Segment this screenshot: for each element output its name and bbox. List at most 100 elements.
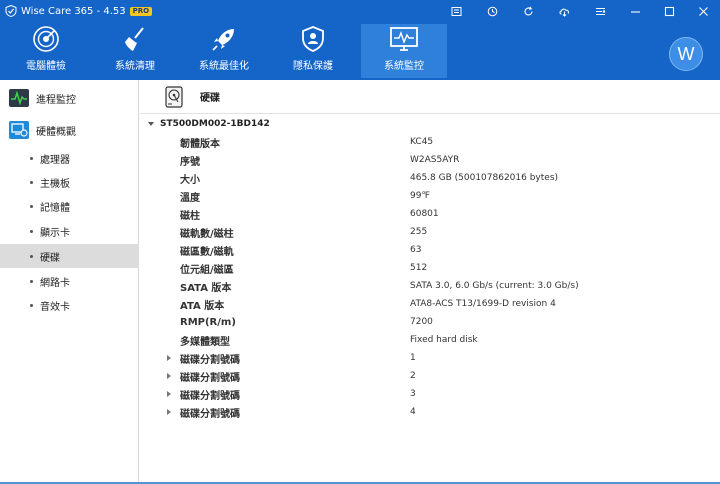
property-row: 多媒體類型 Fixed hard disk [140, 331, 720, 349]
sidebar-item-process-monitor[interactable]: 進程監控 [0, 83, 139, 113]
user-avatar[interactable]: W [669, 37, 703, 71]
sidebar-item-graphics-card[interactable]: 顯示卡 [0, 219, 139, 243]
property-label: 磁軌數/磁柱 [180, 228, 234, 240]
property-label: SATA 版本 [180, 282, 232, 294]
sidebar-item-hardware-overview[interactable]: 硬體概觀 [0, 115, 139, 145]
skin-button[interactable] [474, 0, 510, 22]
property-row: SATA 版本 SATA 3.0, 6.0 Gb/s (current: 3.0… [140, 277, 720, 295]
bullet-icon [30, 303, 33, 307]
sidebar-item-label: 進程監控 [36, 94, 76, 106]
property-row: RMP(R/m) 7200 [140, 313, 720, 331]
property-value: 63 [410, 245, 422, 255]
nav-system-monitor[interactable]: 系統監控 [361, 24, 447, 78]
sidebar-item-label: 音效卡 [40, 301, 70, 313]
property-value: ATA8-ACS T13/1699-D revision 4 [410, 299, 556, 309]
title-bar-tools [438, 0, 720, 22]
bullet-icon [30, 229, 33, 233]
property-label: 韌體版本 [180, 138, 220, 150]
radar-icon [33, 26, 59, 52]
menu-button[interactable] [582, 0, 618, 22]
sidebar-item-label: 記憶體 [40, 202, 70, 214]
property-row: 溫度 99℉ [140, 187, 720, 205]
bullet-icon [30, 180, 33, 184]
minimize-button[interactable] [618, 0, 652, 22]
property-row: 磁柱 60801 [140, 205, 720, 223]
nav-system-tuneup[interactable]: 系統最佳化 [181, 24, 267, 78]
sidebar-item-label: 顯示卡 [40, 227, 70, 239]
disk-model: ST500DM002-1BD142 [160, 119, 270, 129]
property-label: 磁區數/磁軌 [180, 246, 234, 258]
partition-row[interactable]: 磁碟分割號碼 1 [140, 349, 720, 367]
sidebar-item-memory[interactable]: 記憶體 [0, 194, 139, 218]
property-value: 4 [410, 407, 416, 417]
expand-arrow-icon[interactable] [167, 373, 171, 379]
app-window: Wise Care 365 - 4.53 PRO 電腦體檢 系統清理 系統最佳化… [0, 0, 720, 484]
property-value: 7200 [410, 317, 433, 327]
partition-row[interactable]: 磁碟分割號碼 3 [140, 385, 720, 403]
sidebar-item-label: 硬體概觀 [36, 126, 76, 138]
property-row: 磁軌數/磁柱 255 [140, 223, 720, 241]
property-label: RMP(R/m) [180, 316, 236, 328]
process-monitor-icon [9, 89, 29, 107]
broom-icon [125, 27, 144, 51]
content-panel: 硬碟 ST500DM002-1BD142 韌體版本 KC45 序號 W2AS5A… [140, 80, 720, 484]
app-title: Wise Care 365 - 4.53 [21, 5, 126, 17]
nav-pc-checkup[interactable]: 電腦體檢 [3, 24, 89, 78]
maximize-button[interactable] [652, 0, 686, 22]
property-label: 大小 [180, 174, 200, 186]
property-value: 512 [410, 263, 428, 273]
close-button[interactable] [686, 0, 720, 22]
refresh-button[interactable] [510, 0, 546, 22]
expand-arrow-icon[interactable] [167, 409, 171, 415]
partition-row[interactable]: 磁碟分割號碼 2 [140, 367, 720, 385]
nav-label: 系統監控 [384, 61, 424, 72]
bullet-icon [30, 279, 33, 283]
cloud-button[interactable] [546, 0, 582, 22]
property-row: 位元組/磁區 512 [140, 259, 720, 277]
expand-arrow-icon[interactable] [167, 355, 171, 361]
property-row: 序號 W2AS5AYR [140, 151, 720, 169]
property-label: 磁碟分割號碼 [180, 408, 240, 420]
property-value: 3 [410, 389, 416, 399]
message-button[interactable] [438, 0, 474, 22]
sidebar-item-label: 網路卡 [40, 277, 70, 289]
hardware-overview-icon [9, 121, 29, 139]
sidebar-item-motherboard[interactable]: 主機板 [0, 170, 139, 194]
property-value: 465.8 GB (500107862016 bytes) [410, 173, 559, 183]
partition-row[interactable]: 磁碟分割號碼 4 [140, 403, 720, 421]
main-nav: 電腦體檢 系統清理 系統最佳化 隱私保護 系統監控 W [0, 22, 720, 80]
hard-disk-icon [165, 85, 183, 108]
cloud-icon [559, 8, 569, 17]
nav-privacy-protector[interactable]: 隱私保護 [270, 24, 356, 78]
monitor-icon [390, 27, 418, 51]
sidebar-item-label: 主機板 [40, 178, 70, 190]
property-label: 磁碟分割號碼 [180, 372, 240, 384]
nav-system-cleaner[interactable]: 系統清理 [92, 24, 178, 78]
property-value: KC45 [410, 137, 434, 147]
property-label: 磁碟分割號碼 [180, 354, 240, 366]
property-value: 2 [410, 371, 416, 381]
property-label: 多媒體類型 [180, 336, 230, 348]
property-value: 1 [410, 353, 416, 363]
refresh-icon [523, 6, 533, 15]
pro-badge: PRO [129, 6, 153, 16]
sidebar-item-sound-card[interactable]: 音效卡 [0, 293, 139, 317]
nav-label: 隱私保護 [293, 61, 333, 72]
property-row: 磁區數/磁軌 63 [140, 241, 720, 259]
bullet-icon [30, 156, 33, 160]
rocket-icon [212, 29, 234, 51]
content-header: 硬碟 [140, 80, 720, 114]
property-value: 60801 [410, 209, 439, 219]
sidebar-item-hard-disk[interactable]: 硬碟 [0, 244, 139, 268]
skin-icon [487, 6, 497, 16]
expand-arrow-icon[interactable] [167, 391, 171, 397]
sidebar-item-cpu[interactable]: 處理器 [0, 146, 139, 170]
shield-icon [302, 26, 324, 52]
disk-model-header[interactable]: ST500DM002-1BD142 [148, 117, 270, 131]
nav-label: 電腦體檢 [26, 61, 66, 72]
sidebar: 進程監控 硬體概觀 處理器 主機板 記憶體 顯示卡 硬碟 網路卡 音效卡 [0, 80, 139, 484]
menu-icon [595, 7, 605, 15]
sidebar-item-network-card[interactable]: 網路卡 [0, 269, 139, 293]
property-value: 99℉ [410, 191, 431, 201]
title-bar: Wise Care 365 - 4.53 PRO [0, 0, 720, 22]
